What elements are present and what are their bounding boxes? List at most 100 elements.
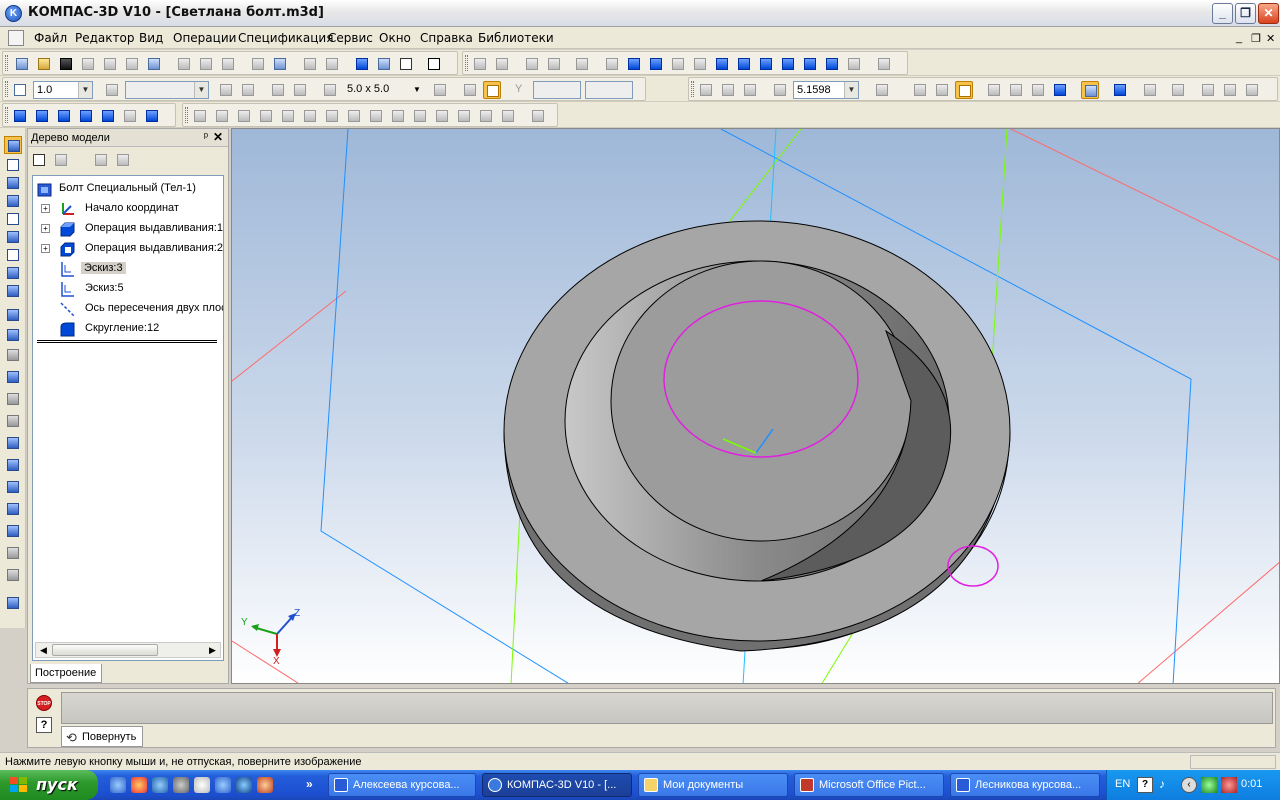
toolbar-grip[interactable] — [5, 81, 8, 97]
function-icon[interactable] — [397, 55, 415, 73]
maximize-button[interactable]: ❐ — [1235, 3, 1256, 24]
measure-icon[interactable] — [1199, 81, 1217, 99]
op-split-icon[interactable] — [4, 566, 22, 584]
shaded-icon[interactable] — [1051, 81, 1069, 99]
menu-operations[interactable]: Операции — [173, 31, 236, 45]
tree-item-axis[interactable]: Ось пересечения двух плоскостей — [37, 300, 223, 318]
scroll-thumb[interactable] — [52, 644, 158, 656]
copy-icon[interactable] — [197, 55, 215, 73]
mdi-minimize-button[interactable]: _ — [1236, 32, 1242, 44]
tree-doc-icon[interactable] — [92, 151, 110, 169]
tools-icon[interactable] — [1221, 81, 1239, 99]
op-shell-icon[interactable] — [4, 456, 22, 474]
style-combo[interactable]: ▼ — [125, 81, 209, 99]
fit-icon[interactable] — [933, 81, 951, 99]
tree-order-icon[interactable] — [52, 151, 70, 169]
op-kinematic-icon[interactable] — [4, 346, 22, 364]
chevron-down-icon[interactable]: ▼ — [78, 82, 92, 98]
sketch-mode-icon[interactable] — [217, 81, 235, 99]
close-icon[interactable]: ✕ — [213, 130, 223, 144]
op-icon-13[interactable] — [757, 55, 775, 73]
panel-arrays-icon[interactable] — [4, 192, 22, 210]
chevron-down-icon[interactable]: ▼ — [194, 82, 208, 98]
start-button[interactable]: пуск — [0, 770, 98, 800]
quick-icon-6[interactable] — [215, 777, 231, 793]
op-icon-2[interactable] — [493, 55, 511, 73]
op-icon-18[interactable] — [875, 55, 893, 73]
rotate-icon[interactable] — [955, 81, 973, 99]
model-scene[interactable]: Y Z X — [232, 129, 1280, 684]
preview-icon[interactable] — [123, 55, 141, 73]
op-icon-9[interactable] — [669, 55, 687, 73]
panel-dimensions-icon[interactable] — [4, 210, 22, 228]
toolbar-grip[interactable] — [5, 107, 8, 123]
op-icon-3[interactable] — [523, 55, 541, 73]
geom-arc-icon[interactable] — [279, 107, 297, 125]
mdi-close-button[interactable]: ✕ — [1266, 32, 1275, 45]
zoom-in-icon[interactable] — [719, 81, 737, 99]
tab-construction[interactable]: Построение — [30, 664, 102, 683]
geom-rectangle-icon[interactable] — [433, 107, 451, 125]
point-third-icon[interactable] — [55, 107, 73, 125]
pin-icon[interactable] — [99, 107, 117, 125]
taskbar-button[interactable]: Мои документы — [638, 773, 788, 797]
cursor-snap-icon[interactable] — [11, 81, 29, 99]
panel-editing-icon[interactable] — [4, 136, 22, 154]
disk-icon[interactable] — [79, 55, 97, 73]
point-fourth-icon[interactable] — [77, 107, 95, 125]
geom-point-icon[interactable] — [191, 107, 209, 125]
tree-structure-icon[interactable] — [30, 151, 48, 169]
panel-spec-icon[interactable] — [4, 246, 22, 264]
filter-icon[interactable] — [1169, 81, 1187, 99]
back-arrow-icon[interactable]: ‹ — [1181, 777, 1197, 793]
op-rib-icon[interactable] — [4, 478, 22, 496]
taskbar-button[interactable]: Алексеева курсова... — [328, 773, 476, 797]
orientation-icon[interactable] — [873, 81, 891, 99]
variables-icon[interactable] — [375, 55, 393, 73]
op-icon-4[interactable] — [545, 55, 563, 73]
op-revolve-icon[interactable] — [4, 326, 22, 344]
op-library-icon[interactable] — [4, 594, 22, 612]
geom-circle-icon[interactable] — [257, 107, 275, 125]
expand-icon[interactable]: + — [41, 224, 50, 233]
zoom-out-icon[interactable] — [741, 81, 759, 99]
menu-file[interactable]: Файл — [34, 31, 67, 45]
toolbar-grip[interactable] — [691, 81, 694, 97]
media-player-icon[interactable] — [131, 777, 147, 793]
ortho-icon[interactable] — [431, 81, 449, 99]
close-button[interactable]: ✕ — [1258, 3, 1279, 24]
toolbar-grip[interactable] — [185, 107, 188, 123]
op-fillet-icon[interactable] — [4, 412, 22, 430]
new-document-icon[interactable] — [13, 55, 31, 73]
print-icon[interactable] — [101, 55, 119, 73]
minimize-button[interactable]: _ — [1212, 3, 1233, 24]
shaded-edges-icon[interactable] — [1081, 81, 1099, 99]
quick-icon-4[interactable] — [173, 777, 189, 793]
coord-y-field[interactable] — [585, 81, 633, 99]
menu-libraries[interactable]: Библиотеки — [478, 31, 554, 45]
taskbar-button[interactable]: Microsoft Office Pict... — [794, 773, 944, 797]
grid-icon[interactable] — [321, 81, 339, 99]
layout-icon[interactable] — [145, 55, 163, 73]
chevron-down-icon[interactable]: ▼ — [844, 82, 858, 98]
geom-line-icon[interactable] — [213, 107, 231, 125]
geom-hatch-icon[interactable] — [455, 107, 473, 125]
menu-specification[interactable]: Спецификация — [238, 31, 333, 45]
undo-icon[interactable] — [301, 55, 319, 73]
menu-help[interactable]: Справка — [420, 31, 473, 45]
zoom-scale-icon[interactable] — [771, 81, 789, 99]
pin-icon[interactable]: ᵖ — [204, 131, 208, 143]
op-mirror-icon[interactable] — [4, 522, 22, 540]
help-pointer-icon[interactable] — [425, 55, 443, 73]
geom-spline-icon[interactable] — [367, 107, 385, 125]
network-icon[interactable] — [1201, 777, 1217, 793]
menu-window[interactable]: Окно — [379, 31, 411, 45]
op-icon-14[interactable] — [779, 55, 797, 73]
geom-contour-icon[interactable] — [477, 107, 495, 125]
language-indicator[interactable]: EN — [1115, 778, 1130, 790]
quicklaunch-more-icon[interactable]: » — [306, 777, 322, 793]
local-cs-icon[interactable] — [461, 81, 479, 99]
pen-icon[interactable] — [269, 81, 287, 99]
3d-viewport[interactable]: Y Z X — [231, 128, 1280, 684]
quick-icon-5[interactable] — [194, 777, 210, 793]
